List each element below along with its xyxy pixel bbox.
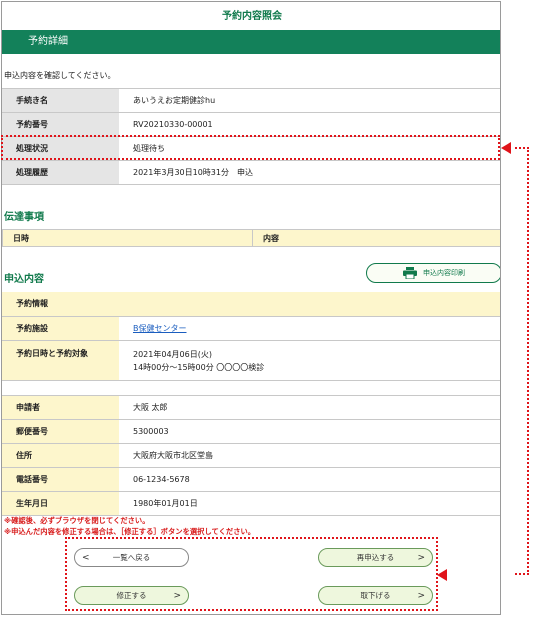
history-value: 2021年3月30日10時31分 申込 <box>119 160 500 185</box>
history-label: 処理履歴 <box>2 160 119 185</box>
intro-text: 申込内容を確認してください。 <box>4 71 116 80</box>
datetime-date: 2021年04月06日(火) <box>133 349 212 359</box>
table-row: 電話番号 06-1234-5678 <box>2 467 500 492</box>
screenshot-frame: 予約内容照会 予約詳細 申込内容を確認してください。 手続き名 あいうえお定期健… <box>0 0 534 617</box>
warning-close-browser: ※確認後、必ずブラウザを閉じてください。 <box>4 516 150 525</box>
messages-heading: 伝達事項 <box>4 212 44 223</box>
print-button-label: 申込内容印刷 <box>423 269 465 277</box>
status-row-highlight <box>1 135 500 160</box>
arrow-left-icon <box>437 569 447 581</box>
table-row: 住所 大阪府大阪市北区堂島 <box>2 443 500 468</box>
applicant-value: 大阪 太郎 <box>119 395 500 420</box>
reservation-number-value: RV20210330-00001 <box>119 112 500 137</box>
reservation-panel: 予約内容照会 予約詳細 申込内容を確認してください。 手続き名 あいうえお定期健… <box>1 1 501 615</box>
annotation-connector <box>515 147 529 575</box>
messages-table: 日時 内容 <box>2 229 500 247</box>
facility-label: 予約施設 <box>2 316 119 341</box>
table-spacer <box>2 380 500 396</box>
phone-value: 06-1234-5678 <box>119 467 500 492</box>
messages-col-content: 内容 <box>252 229 500 247</box>
datetime-cell: 2021年04月06日(火) 14時00分～15時00分 〇〇〇〇検診 <box>119 340 500 381</box>
table-row: 処理履歴 2021年3月30日10時31分 申込 <box>2 160 500 185</box>
print-application-button[interactable]: 申込内容印刷 <box>366 263 500 283</box>
arrow-left-icon <box>501 142 511 154</box>
page-title: 予約内容照会 <box>222 11 282 22</box>
table-row: 予約情報 <box>2 292 500 317</box>
table-header-row: 日時 内容 <box>2 229 500 247</box>
procedure-name-label: 手続き名 <box>2 88 119 113</box>
phone-label: 電話番号 <box>2 467 119 492</box>
table-row: 申請者 大阪 太郎 <box>2 395 500 420</box>
address-value: 大阪府大阪市北区堂島 <box>119 443 500 468</box>
zip-value: 5300003 <box>119 419 500 444</box>
reservation-info-heading: 予約情報 <box>2 292 500 317</box>
address-label: 住所 <box>2 443 119 468</box>
zip-label: 郵便番号 <box>2 419 119 444</box>
messages-col-datetime: 日時 <box>2 229 253 247</box>
reservation-number-label: 予約番号 <box>2 112 119 137</box>
printer-icon <box>403 267 417 279</box>
application-table: 予約情報 予約施設 B保健センター 予約日時と予約対象 2021年04月06日(… <box>2 292 500 516</box>
table-row: 郵便番号 5300003 <box>2 419 500 444</box>
datetime-label: 予約日時と予約対象 <box>2 340 119 381</box>
table-row: 予約施設 B保健センター <box>2 316 500 341</box>
spacer-cell <box>2 380 500 396</box>
warning-edit-instruction: ※申込んだ内容を修正する場合は、［修正する］ボタンを選択してください。 <box>4 527 256 536</box>
application-heading: 申込内容 <box>4 274 44 285</box>
facility-link[interactable]: B保健センター <box>133 324 187 333</box>
section-header: 予約詳細 <box>2 30 500 54</box>
procedure-name-value: あいうえお定期健診hu <box>119 88 500 113</box>
table-row: 手続き名 あいうえお定期健診hu <box>2 88 500 113</box>
applicant-label: 申請者 <box>2 395 119 420</box>
facility-cell: B保健センター <box>119 316 500 341</box>
table-row: 予約番号 RV20210330-00001 <box>2 112 500 137</box>
table-row: 生年月日 1980年01月01日 <box>2 491 500 516</box>
birth-value: 1980年01月01日 <box>119 491 500 516</box>
table-row: 予約日時と予約対象 2021年04月06日(火) 14時00分～15時00分 〇… <box>2 340 500 381</box>
birth-label: 生年月日 <box>2 491 119 516</box>
buttons-highlight <box>65 537 438 611</box>
datetime-slot: 14時00分～15時00分 〇〇〇〇検診 <box>133 362 265 372</box>
